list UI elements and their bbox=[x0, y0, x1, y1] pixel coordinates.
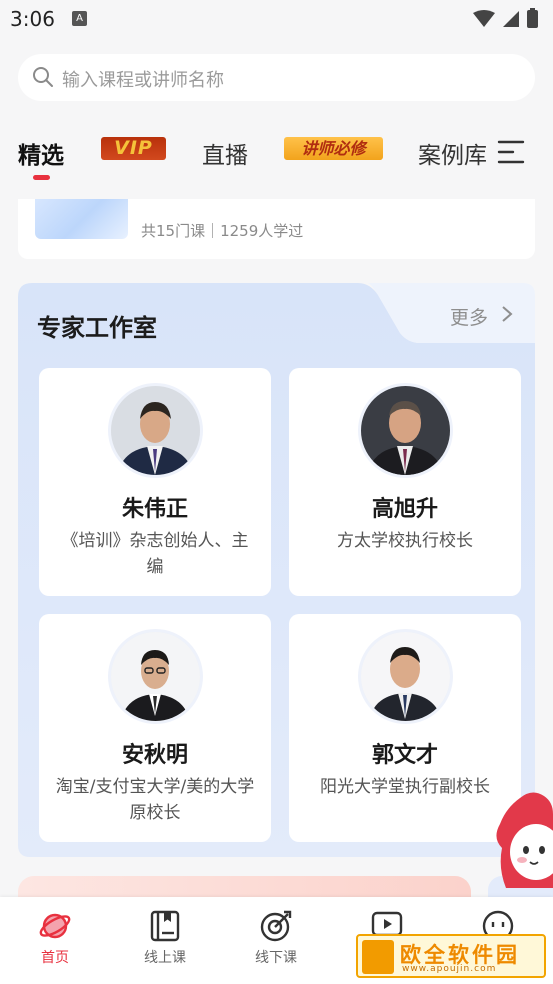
tab-vip[interactable]: VIP bbox=[101, 137, 166, 160]
tab-featured[interactable]: 精选 bbox=[18, 136, 64, 170]
nav-label: 线上课 bbox=[144, 950, 186, 966]
course-card[interactable]: 共15门课｜1259人学过 bbox=[18, 199, 535, 259]
active-tab-indicator bbox=[33, 175, 50, 180]
expert-title: 淘宝/支付宝大学/美的大学原校长 bbox=[55, 777, 255, 823]
expert-card[interactable]: 高旭升 方太学校执行校长 bbox=[289, 368, 521, 596]
expert-card[interactable]: 朱伟正 《培训》杂志创始人、主编 bbox=[39, 368, 271, 596]
watermark-logo-icon bbox=[362, 940, 394, 974]
expert-name: 安秋明 bbox=[121, 743, 188, 768]
expert-card[interactable]: 郭文才 阳光大学堂执行副校长 bbox=[289, 614, 521, 842]
course-meta: 共15门课｜1259人学过 bbox=[141, 222, 304, 240]
target-icon bbox=[260, 910, 292, 942]
status-icons bbox=[471, 8, 541, 34]
avatar bbox=[111, 632, 200, 721]
status-bar: 3:06 A bbox=[0, 0, 553, 38]
planet-icon bbox=[39, 913, 71, 939]
expert-name: 朱伟正 bbox=[121, 497, 188, 522]
search-placeholder: 输入课程或讲师名称 bbox=[62, 70, 224, 91]
avatar bbox=[111, 386, 200, 475]
book-icon bbox=[150, 910, 180, 942]
section-title: 专家工作室 bbox=[37, 314, 157, 342]
nav-offline-courses[interactable]: 线下课 bbox=[231, 909, 321, 967]
tab-lecturer-required[interactable]: 讲师必修 bbox=[284, 137, 383, 160]
expert-title: 方太学校执行校长 bbox=[337, 531, 473, 551]
nav-label: 线下课 bbox=[255, 950, 297, 966]
avatar bbox=[361, 386, 450, 475]
nav-label: 首页 bbox=[41, 950, 69, 966]
chevron-right-icon[interactable] bbox=[500, 304, 514, 328]
expert-card[interactable]: 安秋明 淘宝/支付宝大学/美的大学原校长 bbox=[39, 614, 271, 842]
search-icon bbox=[32, 66, 54, 92]
more-link[interactable]: 更多 bbox=[450, 303, 488, 330]
expert-studio-section: 专家工作室 更多 朱伟正 《培训》杂志创始人、主编 高旭升 方太学校执行校长 安… bbox=[18, 283, 535, 857]
course-thumbnail bbox=[35, 199, 128, 239]
search-input[interactable]: 输入课程或讲师名称 bbox=[18, 54, 535, 101]
watermark: 欧全软件园 www.apoujin.com bbox=[356, 934, 546, 978]
watermark-url: www.apoujin.com bbox=[402, 964, 497, 974]
expert-title: 阳光大学堂执行副校长 bbox=[320, 777, 490, 797]
menu-icon[interactable] bbox=[497, 138, 525, 170]
mascot-icon[interactable] bbox=[492, 788, 553, 902]
status-time: 3:06 bbox=[10, 7, 55, 31]
expert-name: 郭文才 bbox=[371, 743, 438, 768]
avatar bbox=[361, 632, 450, 721]
tab-live[interactable]: 直播 bbox=[202, 136, 248, 170]
nav-online-courses[interactable]: 线上课 bbox=[120, 909, 210, 967]
category-tabs: 精选 VIP 直播 讲师必修 案例库 bbox=[0, 126, 553, 182]
nav-home[interactable]: 首页 bbox=[10, 909, 100, 967]
expert-title: 《培训》杂志创始人、主编 bbox=[61, 531, 249, 577]
signal-icon bbox=[473, 8, 538, 28]
tab-case-library[interactable]: 案例库 bbox=[418, 136, 487, 170]
notification-icon: A bbox=[72, 11, 87, 26]
expert-name: 高旭升 bbox=[371, 497, 438, 522]
